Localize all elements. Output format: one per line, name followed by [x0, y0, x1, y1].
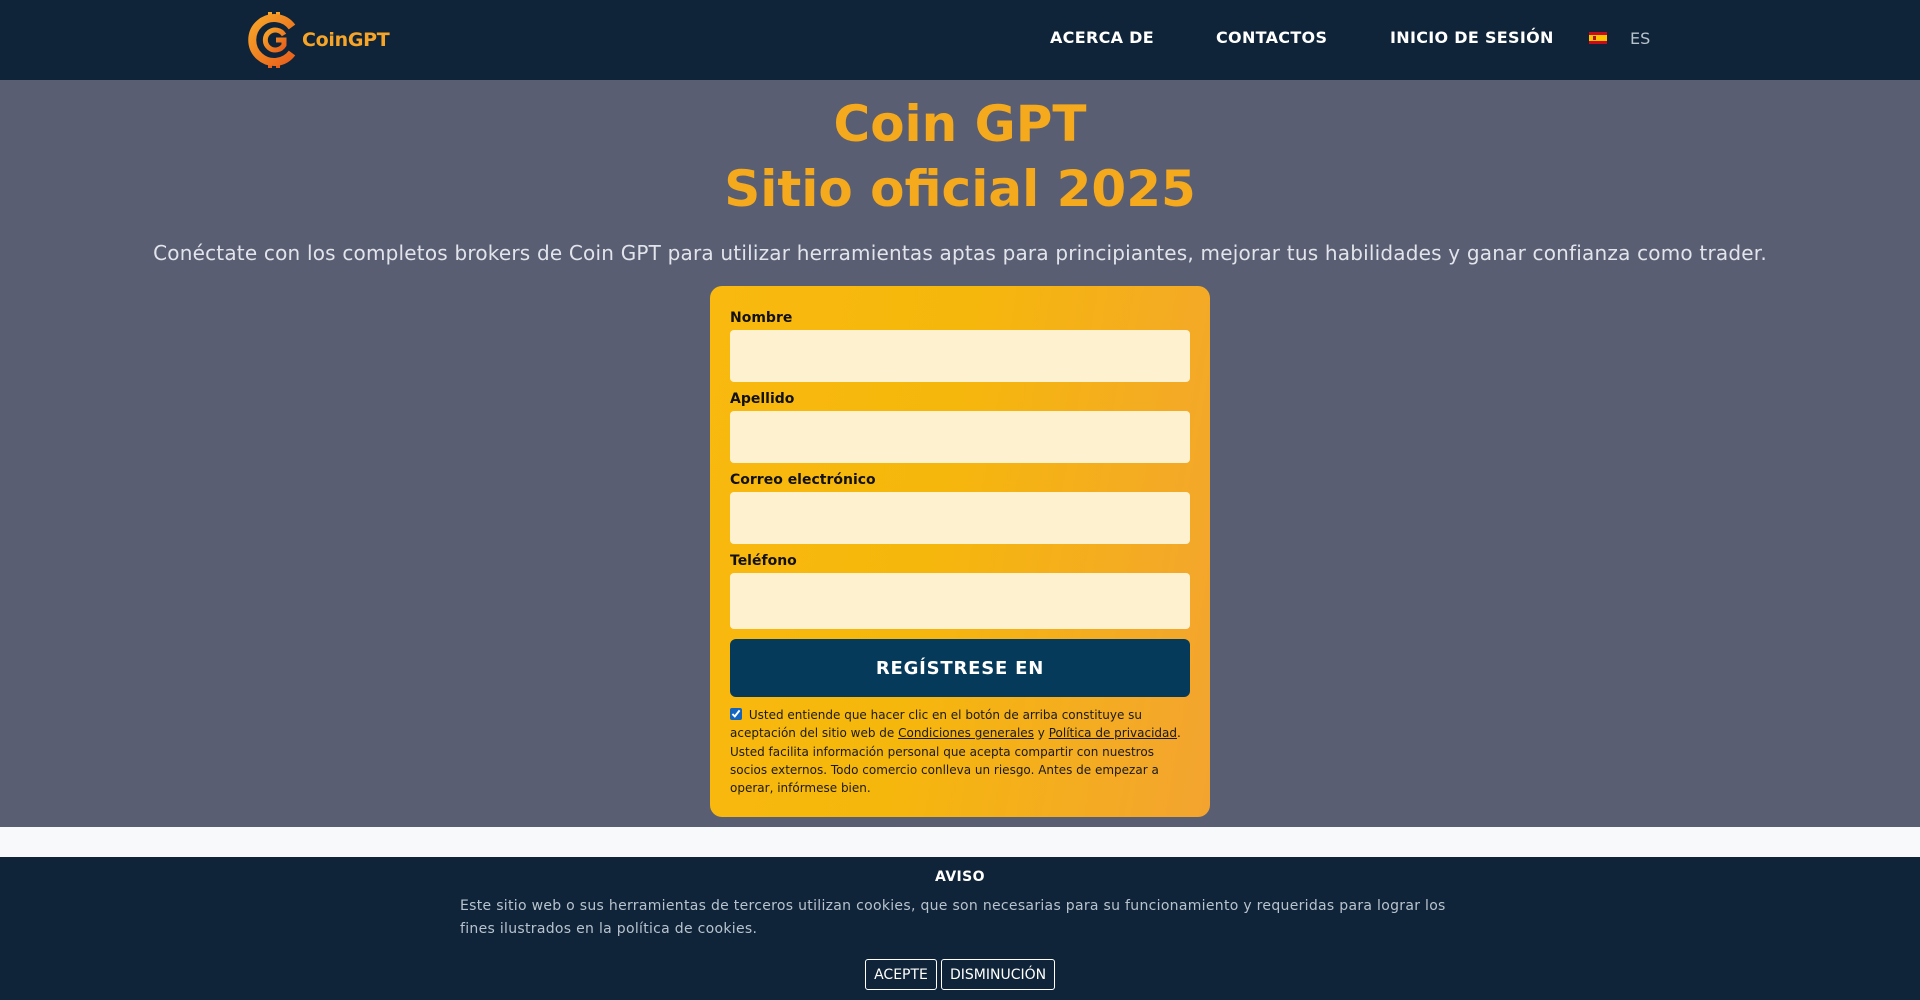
phone-input[interactable] — [730, 573, 1190, 629]
language-selector[interactable]: ES — [1630, 29, 1650, 48]
coin-logo-icon — [248, 12, 296, 68]
nav-about-link[interactable]: ACERCA DE — [1050, 28, 1154, 47]
page-title-line2: Sitio oficial 2025 — [724, 160, 1196, 218]
cookie-decline-button[interactable]: DISMINUCIÓN — [941, 959, 1055, 990]
nav-login-link[interactable]: INICIO DE SESIÓN — [1390, 28, 1554, 47]
logo[interactable]: CoinGPT — [248, 8, 390, 72]
cookie-banner-text: Este sitio web o sus herramientas de ter… — [460, 898, 1446, 937]
cookie-banner: AVISO Este sitio web o sus herramientas … — [0, 857, 1920, 1000]
last-name-label: Apellido — [730, 391, 795, 407]
consent-notice: Usted entiende que hacer clic en el botó… — [730, 706, 1192, 797]
logo-text: CoinGPT — [302, 29, 390, 51]
first-name-input[interactable] — [730, 330, 1190, 382]
register-button[interactable]: REGÍSTRESE EN — [730, 639, 1190, 697]
section-divider — [0, 827, 1920, 857]
page-title-line1: Coin GPT — [833, 95, 1087, 153]
cookie-accept-button[interactable]: ACEPTE — [865, 959, 937, 990]
consent-checkbox[interactable] — [730, 708, 742, 720]
consent-conjunction: y — [1037, 726, 1045, 741]
site-header: CoinGPT ACERCA DE CONTACTOS INICIO DE SE… — [0, 0, 1920, 80]
page-title: Coin GPT Sitio oficial 2025 — [0, 92, 1920, 222]
email-input[interactable] — [730, 492, 1190, 544]
spain-flag-icon[interactable] — [1589, 32, 1607, 44]
terms-link[interactable]: Condiciones generales — [898, 726, 1034, 740]
email-label: Correo electrónico — [730, 472, 876, 488]
phone-label: Teléfono — [730, 553, 797, 569]
first-name-label: Nombre — [730, 310, 793, 326]
cookie-banner-title: AVISO — [935, 869, 985, 885]
last-name-input[interactable] — [730, 411, 1190, 463]
nav-contacts-link[interactable]: CONTACTOS — [1216, 28, 1327, 47]
hero-subtitle: Conéctate con los completos brokers de C… — [153, 241, 1767, 265]
registration-form: Nombre Apellido Correo electrónico Teléf… — [710, 286, 1210, 817]
privacy-link[interactable]: Política de privacidad — [1049, 726, 1177, 740]
